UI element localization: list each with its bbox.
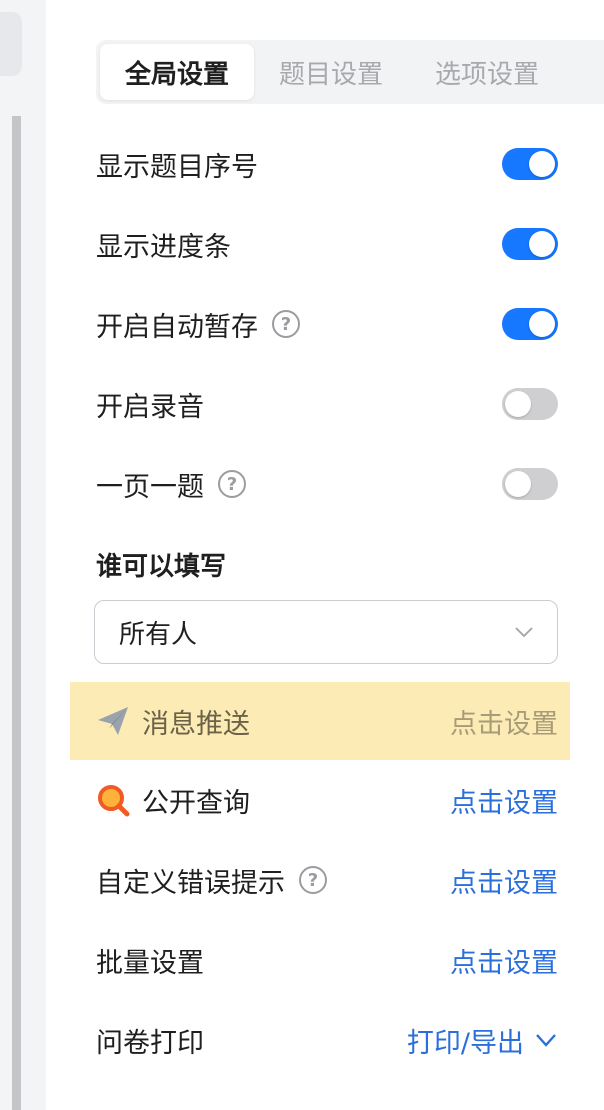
batch-settings-setup-link[interactable]: 点击设置 — [450, 941, 558, 980]
setting-row-one-per-page: 一页一题 ? — [96, 454, 558, 514]
help-icon[interactable]: ? — [272, 310, 300, 338]
setting-row-public-query: 公开查询 点击设置 — [96, 770, 558, 830]
toggle-one-per-page[interactable] — [502, 468, 558, 500]
paper-plane-icon — [96, 704, 130, 738]
tab-global-settings[interactable]: 全局设置 — [100, 44, 254, 100]
setting-label: 批量设置 — [96, 947, 204, 979]
setting-row-show-progress-bar: 显示进度条 — [96, 214, 558, 274]
toggle-recording[interactable] — [502, 388, 558, 420]
who-can-fill-title: 谁可以填写 — [96, 552, 227, 582]
left-side-panel — [0, 0, 46, 1110]
settings-panel: 全局设置 题目设置 选项设置 显示题目序号 显示进度条 开启自动暂存 ? 开启录… — [46, 0, 604, 1110]
toggle-show-progress-bar[interactable] — [502, 228, 558, 260]
setting-label: 一页一题 — [96, 471, 204, 503]
setting-row-print: 问卷打印 打印/导出 — [96, 1010, 558, 1070]
setting-label: 开启自动暂存 — [96, 311, 258, 343]
toggle-knob — [505, 471, 531, 497]
message-push-setup-link[interactable]: 点击设置 — [450, 702, 558, 741]
setting-row-batch-settings: 批量设置 点击设置 — [96, 930, 558, 990]
tab-option-settings[interactable]: 选项设置 — [408, 44, 566, 100]
setting-row-recording: 开启录音 — [96, 374, 558, 434]
setting-label: 显示题目序号 — [96, 151, 258, 183]
who-can-fill-select[interactable]: 所有人 — [94, 600, 558, 664]
tab-question-settings[interactable]: 题目设置 — [254, 44, 408, 100]
toggle-show-question-number[interactable] — [502, 148, 558, 180]
setting-label: 开启录音 — [96, 391, 204, 423]
print-export-link[interactable]: 打印/导出 — [407, 1021, 524, 1060]
setting-row-message-push[interactable]: 消息推送 点击设置 — [96, 691, 558, 751]
setting-label: 自定义错误提示 — [96, 867, 285, 899]
setting-label: 问卷打印 — [96, 1027, 204, 1059]
left-scrollbar[interactable] — [12, 116, 21, 1110]
setting-row-custom-error: 自定义错误提示 ? 点击设置 — [96, 850, 558, 910]
magnifier-icon — [96, 783, 130, 817]
chevron-down-icon[interactable] — [534, 1028, 558, 1052]
toggle-knob — [529, 311, 555, 337]
setting-label: 显示进度条 — [96, 231, 231, 263]
custom-error-setup-link[interactable]: 点击设置 — [450, 861, 558, 900]
toggle-knob — [529, 231, 555, 257]
toggle-knob — [529, 151, 555, 177]
setting-row-show-question-number: 显示题目序号 — [96, 134, 558, 194]
help-icon[interactable]: ? — [299, 866, 327, 894]
public-query-setup-link[interactable]: 点击设置 — [450, 781, 558, 820]
toggle-auto-save[interactable] — [502, 308, 558, 340]
toggle-knob — [505, 391, 531, 417]
settings-tabs: 全局设置 题目设置 选项设置 — [96, 40, 604, 104]
select-value: 所有人 — [119, 619, 198, 650]
setting-row-auto-save: 开启自动暂存 ? — [96, 294, 558, 354]
left-panel-card — [0, 12, 22, 76]
setting-label: 消息推送 — [142, 708, 250, 740]
setting-label: 公开查询 — [142, 787, 250, 819]
chevron-down-icon — [515, 627, 533, 638]
help-icon[interactable]: ? — [218, 470, 246, 498]
